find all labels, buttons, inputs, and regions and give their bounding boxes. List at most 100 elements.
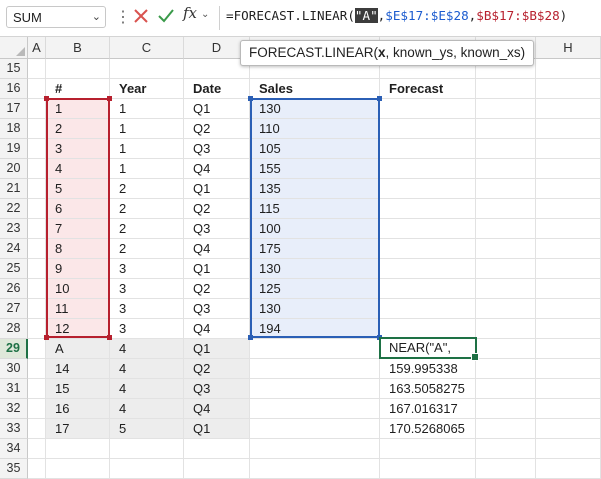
- table-cell[interactable]: [380, 279, 476, 299]
- table-cell[interactable]: 3: [46, 139, 110, 159]
- cell[interactable]: [476, 119, 536, 139]
- table-cell[interactable]: 1: [110, 99, 184, 119]
- column-header-c[interactable]: C: [110, 37, 184, 59]
- column-header-h[interactable]: H: [536, 37, 601, 59]
- table-cell[interactable]: 17: [46, 419, 110, 439]
- table-cell[interactable]: 6: [46, 199, 110, 219]
- table-cell[interactable]: [250, 379, 380, 399]
- row-header[interactable]: 34: [0, 439, 28, 459]
- cell[interactable]: [28, 59, 46, 79]
- cell[interactable]: [380, 439, 476, 459]
- cell[interactable]: [476, 379, 536, 399]
- table-cell[interactable]: 100: [250, 219, 380, 239]
- cell[interactable]: [250, 459, 380, 479]
- cell[interactable]: [28, 159, 46, 179]
- table-cell[interactable]: 194: [250, 319, 380, 339]
- table-cell[interactable]: Q2: [184, 119, 250, 139]
- cell[interactable]: [28, 219, 46, 239]
- cell[interactable]: [28, 119, 46, 139]
- table-cell[interactable]: [380, 199, 476, 219]
- table-cell[interactable]: 130: [250, 299, 380, 319]
- table-cell[interactable]: 159.995338: [380, 359, 476, 379]
- table-cell[interactable]: Q2: [184, 279, 250, 299]
- table-cell[interactable]: Q4: [184, 239, 250, 259]
- table-cell[interactable]: 14: [46, 359, 110, 379]
- row-header[interactable]: 25: [0, 259, 28, 279]
- cell[interactable]: [184, 459, 250, 479]
- table-cell[interactable]: Q4: [184, 159, 250, 179]
- table-cell[interactable]: 3: [110, 319, 184, 339]
- table-cell[interactable]: 167.016317: [380, 399, 476, 419]
- table-cell[interactable]: 16: [46, 399, 110, 419]
- cell[interactable]: [46, 459, 110, 479]
- row-header[interactable]: 32: [0, 399, 28, 419]
- table-cell[interactable]: [380, 299, 476, 319]
- table-cell[interactable]: 2: [110, 179, 184, 199]
- table-cell[interactable]: 163.5058275: [380, 379, 476, 399]
- column-header-b[interactable]: B: [46, 37, 110, 59]
- table-cell[interactable]: 130: [250, 259, 380, 279]
- cell[interactable]: [476, 339, 536, 359]
- cell[interactable]: [28, 199, 46, 219]
- row-header[interactable]: 21: [0, 179, 28, 199]
- row-header[interactable]: 30: [0, 359, 28, 379]
- cell[interactable]: [536, 79, 601, 99]
- row-header[interactable]: 23: [0, 219, 28, 239]
- cell[interactable]: [476, 439, 536, 459]
- cell[interactable]: [536, 119, 601, 139]
- cell[interactable]: [536, 59, 601, 79]
- cell[interactable]: [536, 399, 601, 419]
- table-cell[interactable]: 9: [46, 259, 110, 279]
- range-handle[interactable]: [248, 96, 253, 101]
- table-cell[interactable]: 4: [110, 379, 184, 399]
- cell[interactable]: [536, 339, 601, 359]
- cancel-icon[interactable]: [131, 5, 151, 27]
- row-header[interactable]: 31: [0, 379, 28, 399]
- cell[interactable]: [536, 459, 601, 479]
- table-cell[interactable]: [250, 339, 380, 359]
- cell[interactable]: [28, 139, 46, 159]
- cell[interactable]: [28, 179, 46, 199]
- table-cell[interactable]: Q4: [184, 399, 250, 419]
- row-header-active[interactable]: 29: [0, 339, 28, 359]
- cell[interactable]: [28, 259, 46, 279]
- table-cell[interactable]: [380, 159, 476, 179]
- cell[interactable]: [536, 259, 601, 279]
- table-cell[interactable]: 155: [250, 159, 380, 179]
- table-cell[interactable]: 4: [110, 339, 184, 359]
- table-cell[interactable]: Q3: [184, 379, 250, 399]
- cell[interactable]: [476, 319, 536, 339]
- table-cell[interactable]: 12: [46, 319, 110, 339]
- table-cell[interactable]: 7: [46, 219, 110, 239]
- cell[interactable]: [536, 319, 601, 339]
- table-cell[interactable]: 135: [250, 179, 380, 199]
- table-header-cell[interactable]: Forecast: [380, 79, 476, 99]
- range-handle[interactable]: [44, 96, 49, 101]
- formula-input[interactable]: =FORECAST.LINEAR("A",$E$17:$E$28,$B$17:$…: [226, 8, 567, 23]
- range-handle[interactable]: [107, 335, 112, 340]
- table-cell[interactable]: 1: [110, 139, 184, 159]
- table-cell[interactable]: 105: [250, 139, 380, 159]
- row-header[interactable]: 16: [0, 79, 28, 99]
- cell[interactable]: [184, 439, 250, 459]
- table-cell[interactable]: [250, 419, 380, 439]
- table-cell[interactable]: Q1: [184, 339, 250, 359]
- table-cell[interactable]: Q3: [184, 299, 250, 319]
- table-cell[interactable]: [380, 219, 476, 239]
- range-handle[interactable]: [377, 96, 382, 101]
- table-cell[interactable]: 2: [110, 239, 184, 259]
- cell[interactable]: [476, 359, 536, 379]
- chevron-down-icon[interactable]: ⌄: [92, 10, 101, 23]
- row-header[interactable]: 24: [0, 239, 28, 259]
- table-cell[interactable]: 3: [110, 279, 184, 299]
- cell[interactable]: [476, 139, 536, 159]
- table-cell[interactable]: Q2: [184, 359, 250, 379]
- table-header-cell[interactable]: Year: [110, 79, 184, 99]
- table-cell[interactable]: 4: [46, 159, 110, 179]
- table-cell[interactable]: 8: [46, 239, 110, 259]
- cell[interactable]: [476, 299, 536, 319]
- table-cell[interactable]: [380, 99, 476, 119]
- cell[interactable]: [536, 139, 601, 159]
- row-header[interactable]: 22: [0, 199, 28, 219]
- function-signature-tooltip[interactable]: FORECAST.LINEAR(x, known_ys, known_xs): [240, 40, 535, 66]
